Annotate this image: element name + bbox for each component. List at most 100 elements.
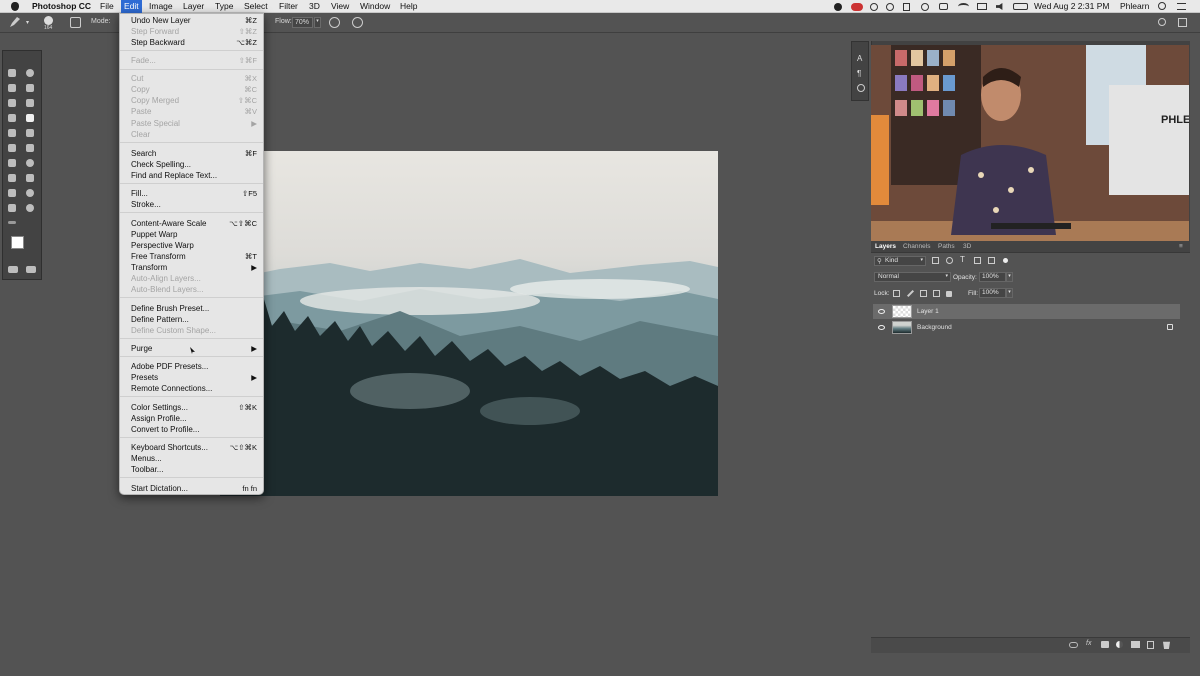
menu-item-cut[interactable]: Cut ⌘X (120, 73, 263, 84)
menu-item-copy-merged[interactable]: Copy Merged ⇧⌘C (120, 95, 263, 106)
menu-item-menus[interactable]: Menus... (120, 453, 263, 464)
menu-file[interactable]: File (100, 0, 114, 13)
clone-stamp-tool-icon[interactable] (8, 129, 16, 137)
path-selection-tool-icon[interactable] (8, 189, 16, 197)
battery-icon[interactable] (1013, 3, 1028, 10)
menu-item-define-brush-preset[interactable]: Define Brush Preset... (120, 303, 263, 314)
move-tool-icon[interactable] (8, 69, 16, 77)
document-canvas[interactable] (220, 151, 718, 496)
record-status-icon[interactable] (834, 3, 842, 11)
airbrush-toggle-icon[interactable] (329, 17, 340, 28)
workspace-switcher-icon[interactable] (1178, 18, 1187, 27)
elliptical-marquee-tool-icon[interactable] (26, 69, 34, 77)
menu-type[interactable]: Type (215, 0, 233, 13)
menu-item-fill[interactable]: Fill... ⇧F5 (120, 188, 263, 199)
zoom-tool-icon[interactable] (26, 204, 34, 212)
menu-item-paste[interactable]: Paste ⌘V (120, 106, 263, 117)
history-brush-tool-icon[interactable] (26, 129, 34, 137)
menu-item-transform[interactable]: Transform ▶ (120, 262, 263, 273)
filter-kind-dropdown[interactable]: ⚲ Kind ▾ (874, 256, 926, 266)
layer-row-layer-1[interactable]: Layer 1 (873, 304, 1180, 319)
menu-item-perspective-warp[interactable]: Perspective Warp (120, 240, 263, 251)
tab-paths[interactable]: Paths (938, 243, 955, 250)
delete-layer-trash-icon[interactable] (1163, 641, 1170, 649)
menu-item-presets[interactable]: Presets ▶ (120, 372, 263, 383)
menu-item-puppet-warp[interactable]: Puppet Warp (120, 229, 263, 240)
magic-wand-tool-icon[interactable] (26, 84, 34, 92)
menu-edit[interactable]: Edit (121, 0, 142, 13)
character-panel-icon[interactable]: A (857, 54, 862, 63)
spotlight-search-icon[interactable] (1158, 2, 1166, 10)
eraser-tool-icon[interactable] (8, 144, 16, 152)
layer-style-fx-icon[interactable]: fx (1086, 640, 1091, 647)
app-menu-photoshop[interactable]: Photoshop CC (32, 0, 91, 13)
menu-item-free-transform[interactable]: Free Transform ⌘T (120, 251, 263, 262)
paragraph-panel-icon[interactable]: ¶ (857, 69, 861, 78)
link-layers-icon[interactable] (1069, 642, 1078, 648)
status-icon-1[interactable] (870, 3, 878, 11)
lock-position-icon[interactable] (920, 290, 927, 297)
menu-item-color-settings[interactable]: Color Settings... ⇧⌘K (120, 402, 263, 413)
menu-item-clear[interactable]: Clear (120, 129, 263, 140)
menubar-clock[interactable]: Wed Aug 2 2:31 PM (1034, 0, 1109, 13)
pressure-size-toggle-icon[interactable] (352, 17, 363, 28)
creative-cloud-icon[interactable] (851, 3, 863, 11)
menu-item-start-dictation[interactable]: Start Dictation... fn fn (120, 483, 263, 494)
layer-row-background[interactable]: Background (873, 320, 1180, 335)
menu-item-assign-profile[interactable]: Assign Profile... (120, 413, 263, 424)
lock-artboard-icon[interactable] (933, 290, 940, 297)
layer-name[interactable]: Layer 1 (917, 308, 939, 315)
filter-pixel-layers-icon[interactable] (932, 257, 939, 264)
lock-transparent-pixels-icon[interactable] (893, 290, 900, 297)
edit-toolbar-icon[interactable] (8, 221, 16, 224)
menu-item-keyboard-shortcuts[interactable]: Keyboard Shortcuts... ⌥⇧⌘K (120, 442, 263, 453)
fill-dropdown-chevron-icon[interactable]: ▾ (1006, 288, 1013, 298)
menu-item-stroke[interactable]: Stroke... (120, 199, 263, 210)
tab-layers[interactable]: Layers (875, 243, 896, 250)
menu-item-find-and-replace-text[interactable]: Find and Replace Text... (120, 170, 263, 181)
tab-channels[interactable]: Channels (903, 243, 930, 250)
apple-menu-icon[interactable] (11, 2, 19, 11)
brush-tool-icon[interactable] (26, 114, 34, 122)
foreground-color-swatch[interactable] (11, 236, 24, 249)
photoshop-search-icon[interactable] (1158, 18, 1166, 26)
lock-all-icon[interactable] (946, 291, 952, 297)
layer-name[interactable]: Background (917, 324, 952, 331)
menu-item-paste-special[interactable]: Paste Special ▶ (120, 118, 263, 129)
filter-toggle-icon[interactable] (1003, 258, 1008, 263)
filter-shape-layers-icon[interactable] (974, 257, 981, 264)
glyphs-panel-icon[interactable] (857, 84, 865, 92)
lock-image-pixels-icon[interactable] (907, 290, 914, 297)
ellipse-shape-tool-icon[interactable] (26, 189, 34, 197)
brush-tool-preset-icon[interactable] (10, 17, 20, 27)
menu-item-remote-connections[interactable]: Remote Connections... (120, 383, 263, 394)
menu-item-auto-blend-layers[interactable]: Auto-Blend Layers... (120, 284, 263, 295)
menu-filter[interactable]: Filter (279, 0, 298, 13)
filter-type-layers-icon[interactable]: T (960, 255, 965, 264)
quick-mask-mode-icon[interactable] (8, 266, 18, 273)
layer-visibility-eye-icon[interactable] (878, 309, 885, 314)
status-icon-3[interactable] (903, 3, 910, 11)
opacity-dropdown-chevron-icon[interactable]: ▾ (1006, 272, 1013, 282)
menu-item-search[interactable]: Search ⌘F (120, 148, 263, 159)
menu-item-toolbar[interactable]: Toolbar... (120, 464, 263, 475)
filter-adjustment-layers-icon[interactable] (946, 257, 953, 264)
eyedropper-tool-icon[interactable] (26, 99, 34, 107)
gradient-tool-icon[interactable] (26, 144, 34, 152)
menu-view[interactable]: View (331, 0, 349, 13)
dodge-tool-icon[interactable] (26, 159, 34, 167)
menu-item-check-spelling[interactable]: Check Spelling... (120, 159, 263, 170)
menu-select[interactable]: Select (244, 0, 268, 13)
menu-item-undo-new-layer[interactable]: Undo New Layer ⌘Z (120, 15, 263, 26)
type-tool-icon[interactable] (26, 174, 34, 182)
blend-mode-dropdown[interactable]: Normal ▾ (874, 272, 951, 282)
airplay-icon[interactable] (977, 3, 987, 10)
menu-item-step-forward[interactable]: Step Forward ⇧⌘Z (120, 26, 263, 37)
new-adjustment-layer-icon[interactable] (1116, 641, 1123, 648)
menu-3d[interactable]: 3D (309, 0, 320, 13)
pen-tool-icon[interactable] (8, 174, 16, 182)
menu-item-auto-align-layers[interactable]: Auto-Align Layers... (120, 273, 263, 284)
brush-panel-toggle-icon[interactable] (70, 17, 81, 28)
brush-size-preview-icon[interactable] (44, 16, 53, 25)
menu-item-convert-to-profile[interactable]: Convert to Profile... (120, 424, 263, 435)
